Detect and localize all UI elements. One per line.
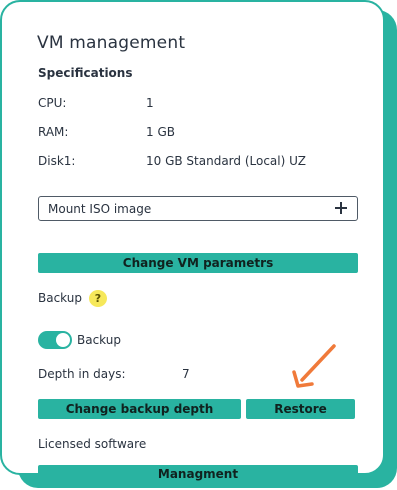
backup-toggle[interactable]: [38, 331, 72, 349]
help-icon[interactable]: ?: [89, 290, 107, 307]
ram-value: 1 GB: [146, 125, 175, 139]
annotation-arrow-icon: [292, 344, 336, 388]
ram-label: RAM:: [38, 125, 69, 139]
change-vm-parameters-button[interactable]: Change VM parametrs: [38, 253, 358, 273]
depth-in-days-value: 7: [182, 367, 190, 381]
screenshot-stage: VM management Specifications CPU: 1 RAM:…: [0, 0, 397, 490]
plus-icon[interactable]: [334, 201, 348, 215]
management-button[interactable]: Managment: [38, 465, 358, 483]
disk1-value: 10 GB Standard (Local) UZ: [146, 154, 306, 168]
change-backup-depth-button[interactable]: Change backup depth: [38, 399, 241, 419]
toggle-knob: [56, 333, 70, 347]
restore-button[interactable]: Restore: [246, 399, 355, 419]
cpu-label: CPU:: [38, 96, 67, 110]
cpu-value: 1: [146, 96, 154, 110]
backup-heading: Backup: [38, 291, 82, 305]
mount-iso-field[interactable]: Mount ISO image: [38, 196, 358, 221]
depth-in-days-label: Depth in days:: [38, 367, 126, 381]
disk1-label: Disk1:: [38, 154, 76, 168]
vm-management-card: VM management Specifications CPU: 1 RAM:…: [0, 0, 385, 483]
backup-toggle-label: Backup: [77, 333, 121, 347]
specifications-heading: Specifications: [38, 66, 133, 80]
licensed-software-heading: Licensed software: [38, 437, 147, 451]
page-title: VM management: [37, 33, 186, 53]
mount-iso-label: Mount ISO image: [48, 202, 152, 216]
